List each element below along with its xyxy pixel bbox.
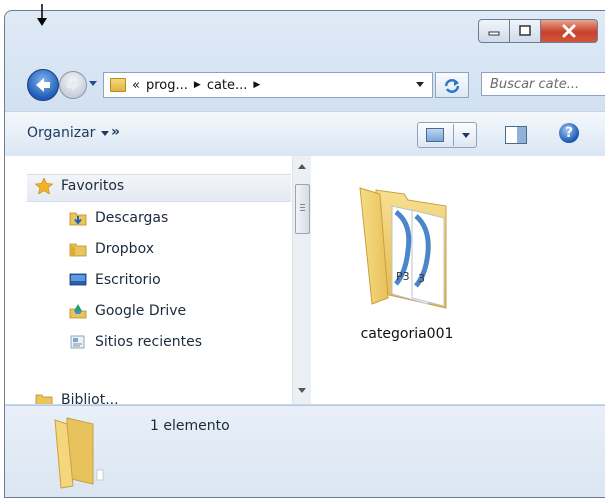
help-button[interactable]: ? bbox=[559, 123, 579, 143]
change-view-button[interactable] bbox=[417, 122, 477, 148]
nav-item-label: Favoritos bbox=[61, 178, 125, 194]
view-icon bbox=[426, 128, 444, 142]
address-bar[interactable]: « prog... ▶ cate... ▶ bbox=[103, 72, 433, 98]
grip-line bbox=[300, 207, 305, 208]
refresh-icon bbox=[444, 79, 460, 93]
nav-item-favoritos[interactable]: Favoritos bbox=[35, 178, 124, 194]
breadcrumb-programs[interactable]: prog... bbox=[146, 78, 188, 93]
back-button[interactable] bbox=[27, 69, 59, 101]
star-icon bbox=[35, 178, 53, 194]
chevron-down-icon bbox=[101, 130, 110, 136]
scroll-up-icon[interactable] bbox=[298, 164, 306, 169]
nav-item-label: Sitios recientes bbox=[95, 334, 202, 350]
command-bar: Organizar » ? bbox=[5, 111, 605, 157]
nav-item-label: Bibliot... bbox=[61, 392, 119, 404]
nav-item-label: Descargas bbox=[95, 210, 169, 226]
navigation-pane: Favoritos Descargas Dropbox Escritorio G… bbox=[5, 156, 291, 404]
navigation-bar: « prog... ▶ cate... ▶ Buscar cate... bbox=[5, 67, 605, 103]
downloads-folder-icon bbox=[69, 212, 87, 226]
chevron-down-icon[interactable] bbox=[462, 132, 470, 138]
folder-mp3-icon: P3 3 bbox=[359, 187, 447, 309]
address-history-dropdown[interactable] bbox=[416, 82, 424, 87]
svg-text:3: 3 bbox=[418, 272, 425, 285]
mouse-cursor-icon bbox=[37, 4, 47, 26]
recent-places-icon bbox=[70, 335, 85, 349]
folder-icon bbox=[54, 417, 104, 489]
breadcrumb-arrow-icon[interactable]: ▶ bbox=[253, 80, 260, 90]
scroll-down-icon[interactable] bbox=[298, 388, 306, 393]
grip-line bbox=[300, 210, 305, 211]
close-button[interactable] bbox=[541, 19, 598, 43]
refresh-button[interactable] bbox=[435, 72, 469, 98]
arrow-left-icon bbox=[36, 78, 50, 92]
google-drive-icon bbox=[69, 304, 87, 319]
item-count: 1 elemento bbox=[150, 418, 230, 434]
details-pane: 1 elemento bbox=[5, 405, 605, 497]
folder-icon bbox=[110, 78, 126, 92]
nav-scrollbar[interactable] bbox=[292, 156, 311, 404]
recent-pages-dropdown[interactable] bbox=[89, 81, 97, 86]
nav-item-google-drive[interactable]: Google Drive bbox=[69, 303, 186, 319]
nav-item-sitios-recientes[interactable]: Sitios recientes bbox=[69, 334, 202, 350]
view-separator bbox=[453, 124, 454, 146]
more-commands-button[interactable]: » bbox=[111, 124, 120, 140]
search-input[interactable]: Buscar cate... bbox=[481, 72, 605, 96]
svg-text:P3: P3 bbox=[396, 270, 410, 283]
maximize-icon bbox=[519, 25, 531, 36]
folder-name: categoria001 bbox=[360, 326, 454, 342]
breadcrumb-categories[interactable]: cate... bbox=[207, 78, 248, 93]
preview-pane-button[interactable] bbox=[505, 126, 527, 144]
nav-item-dropbox[interactable]: Dropbox bbox=[69, 241, 154, 257]
libraries-icon bbox=[35, 394, 53, 404]
caption-buttons bbox=[478, 19, 598, 43]
nav-item-label: Dropbox bbox=[95, 241, 154, 257]
dropbox-folder-icon bbox=[69, 243, 87, 257]
desktop-icon bbox=[69, 273, 87, 286]
content-area: Favoritos Descargas Dropbox Escritorio G… bbox=[5, 156, 605, 404]
forward-button[interactable] bbox=[59, 71, 87, 99]
nav-item-descargas[interactable]: Descargas bbox=[69, 210, 168, 226]
nav-item-label: Google Drive bbox=[95, 303, 187, 319]
close-icon bbox=[562, 24, 576, 38]
breadcrumb-overflow[interactable]: « bbox=[132, 78, 140, 93]
arrow-right-icon bbox=[67, 79, 79, 91]
organize-label: Organizar bbox=[27, 125, 96, 141]
scrollbar-thumb[interactable] bbox=[295, 184, 310, 234]
nav-item-escritorio[interactable]: Escritorio bbox=[69, 272, 161, 288]
nav-item-bibliotecas[interactable]: Bibliot... bbox=[35, 392, 119, 404]
nav-item-label: Escritorio bbox=[95, 272, 161, 288]
minimize-button[interactable] bbox=[478, 19, 509, 43]
grip-line bbox=[300, 204, 305, 205]
file-list: P3 3 categoria001 bbox=[312, 156, 605, 404]
minimize-icon bbox=[488, 31, 500, 36]
maximize-button[interactable] bbox=[509, 19, 541, 43]
help-icon: ? bbox=[564, 125, 574, 141]
explorer-window: « prog... ▶ cate... ▶ Buscar cate... Org… bbox=[4, 10, 605, 498]
breadcrumb-arrow-icon[interactable]: ▶ bbox=[194, 80, 201, 90]
organize-menu-button[interactable]: Organizar bbox=[27, 125, 110, 141]
